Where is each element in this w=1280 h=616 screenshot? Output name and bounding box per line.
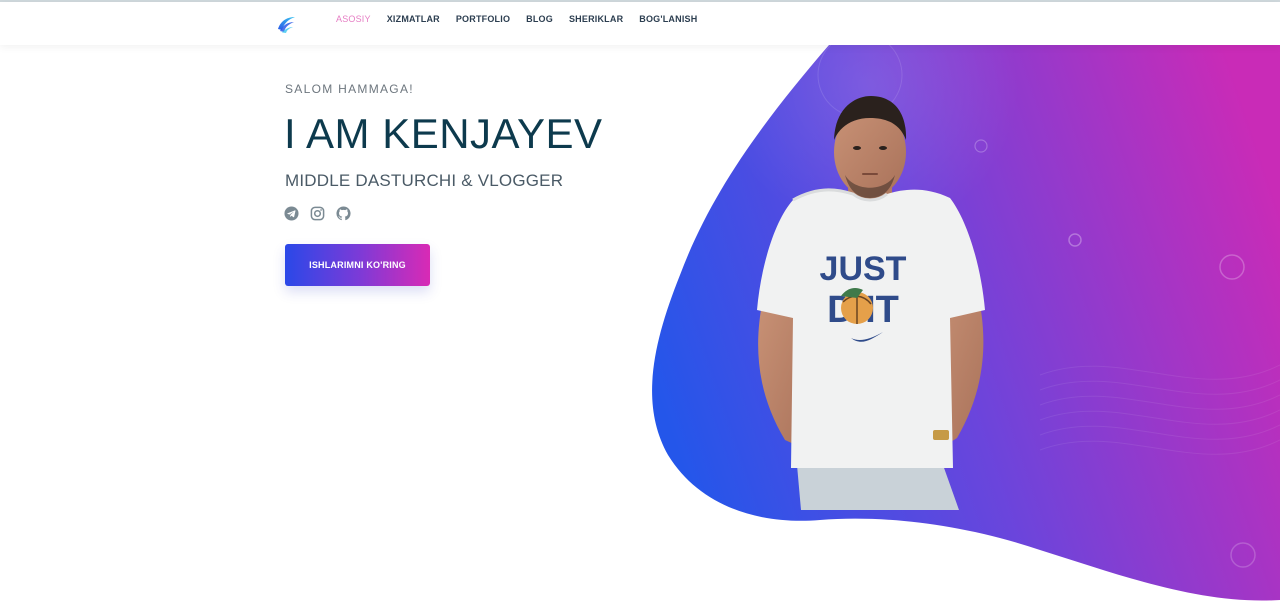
nav-item-boglanish[interactable]: BOG'LANISH: [639, 14, 697, 24]
nav-item-asosiy[interactable]: ASOSIY: [336, 14, 371, 24]
github-icon[interactable]: [336, 206, 351, 221]
nav-item-xizmatlar[interactable]: XIZMATLAR: [387, 14, 440, 24]
nav-item-sheriklar[interactable]: SHERIKLAR: [569, 14, 623, 24]
nav-item-portfolio[interactable]: PORTFOLIO: [456, 14, 510, 24]
hero-headline: I AM KENJAYEV: [284, 110, 603, 157]
hero-greeting: SALOM HAMMAGA!: [285, 82, 414, 96]
instagram-icon[interactable]: [310, 206, 325, 221]
hero-gradient-blob: [652, 45, 1280, 601]
hero-subtitle: MIDDLE DASTURCHI & VLOGGER: [285, 171, 564, 190]
telegram-icon[interactable]: [284, 206, 299, 221]
hero-portrait-image: JUST D IT: [757, 96, 985, 510]
main-nav: ASOSIY XIZMATLAR PORTFOLIO BLOG SHERIKLA…: [336, 14, 697, 24]
social-links: [284, 206, 351, 221]
nav-item-blog[interactable]: BLOG: [526, 14, 553, 24]
shirt-print-top: JUST: [820, 250, 907, 288]
see-my-works-button[interactable]: ISHLARIMNI KO'RING: [285, 244, 430, 286]
navbar: ASOSIY XIZMATLAR PORTFOLIO BLOG SHERIKLA…: [0, 2, 1280, 45]
logo-icon[interactable]: [276, 14, 296, 34]
